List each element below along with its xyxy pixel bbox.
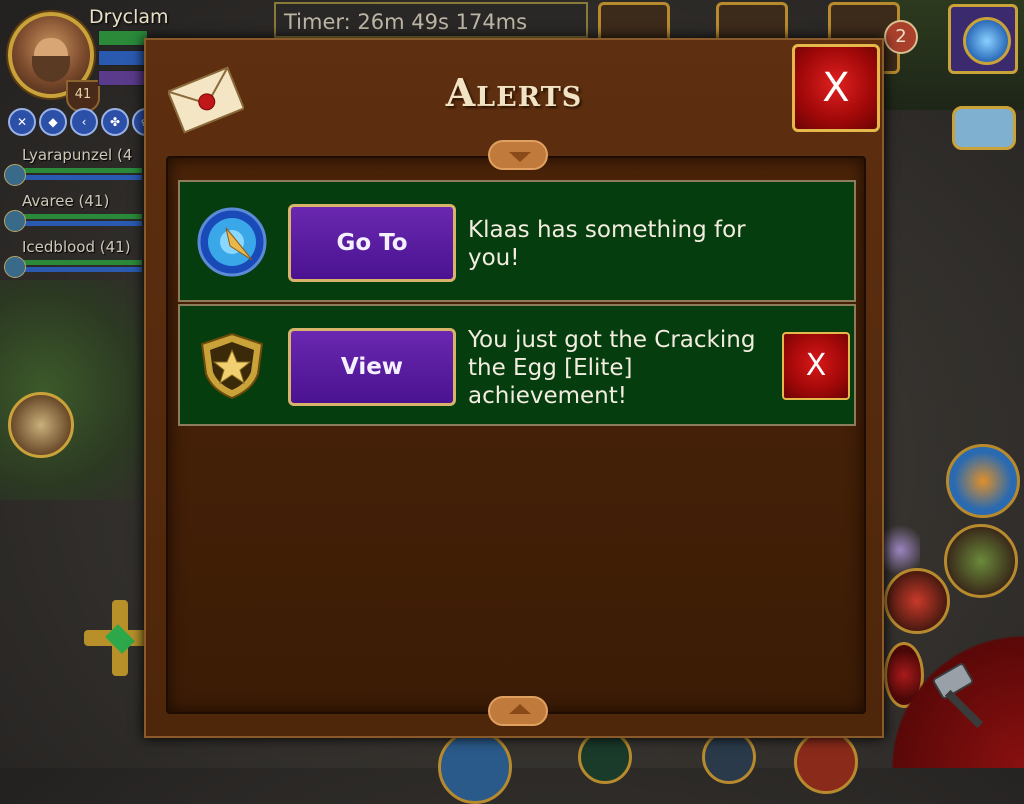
chevron-down-icon <box>509 152 531 162</box>
star-shield-icon <box>200 332 264 400</box>
chevron-up-icon <box>509 704 531 714</box>
close-dialog-button[interactable]: X <box>792 44 880 132</box>
party-member[interactable]: Lyarapunzel (4 <box>0 146 150 186</box>
alerts-dialog: Alerts X Go To Klaas has something for y… <box>144 38 884 738</box>
mana-bar <box>98 50 148 66</box>
buff-row: ✕ ◆ ‹ ✤ ❀ <box>8 108 160 136</box>
bottom-skill-button[interactable] <box>578 730 632 784</box>
alert-message: You just got the Cracking the Egg [Elite… <box>468 327 756 409</box>
swords-buff-icon[interactable]: ✕ <box>8 108 36 136</box>
party-member-name: Lyarapunzel (4 <box>22 146 133 164</box>
portrait-beard <box>32 56 70 82</box>
alerts-list[interactable]: Go To Klaas has something for you! View … <box>166 140 866 726</box>
player-name: Dryclam <box>89 6 169 28</box>
party-member[interactable]: Icedblood (41) <box>0 238 150 278</box>
dialog-title: Alerts <box>445 70 583 115</box>
emote-button[interactable] <box>8 392 74 458</box>
hammer-icon <box>932 663 984 729</box>
player-stat-bars <box>98 30 148 90</box>
health-bar <box>98 30 148 46</box>
bottom-skill-button[interactable] <box>702 730 756 784</box>
compass-icon <box>963 17 1011 65</box>
arrow-buff-icon[interactable]: ‹ <box>70 108 98 136</box>
go-to-button[interactable]: Go To <box>288 204 456 282</box>
party-member-name: Icedblood (41) <box>22 238 131 256</box>
movement-gem-icon <box>105 624 135 654</box>
bottom-skill-button[interactable] <box>794 730 858 794</box>
party-member-icon <box>4 210 26 232</box>
run-timer: Timer: 26m 49s 174ms <box>274 2 588 38</box>
scroll-up-button[interactable] <box>488 140 548 170</box>
chat-button[interactable] <box>952 106 1016 150</box>
alert-row: View You just got the Cracking the Egg [… <box>178 304 856 426</box>
party-member-name: Avaree (41) <box>22 192 110 210</box>
map-compass-button[interactable] <box>948 4 1018 74</box>
party-member-icon <box>4 256 26 278</box>
alerts-count-badge: 2 <box>884 20 918 54</box>
party-member-icon <box>4 164 26 186</box>
scroll-down-button[interactable] <box>488 696 548 726</box>
view-button[interactable]: View <box>288 328 456 406</box>
dismiss-alert-button[interactable]: X <box>782 332 850 400</box>
energy-bar <box>98 70 148 86</box>
game-world-grass <box>0 280 150 500</box>
clover-buff-icon[interactable]: ✤ <box>101 108 129 136</box>
bottom-skill-button[interactable] <box>438 730 512 804</box>
compass-icon <box>197 207 267 277</box>
alert-row: Go To Klaas has something for you! <box>178 180 856 302</box>
shield-buff-icon[interactable]: ◆ <box>39 108 67 136</box>
party-member[interactable]: Avaree (41) <box>0 192 150 232</box>
pet-paw-skill-button[interactable] <box>946 444 1020 518</box>
alert-message: Klaas has something for you! <box>468 217 746 271</box>
